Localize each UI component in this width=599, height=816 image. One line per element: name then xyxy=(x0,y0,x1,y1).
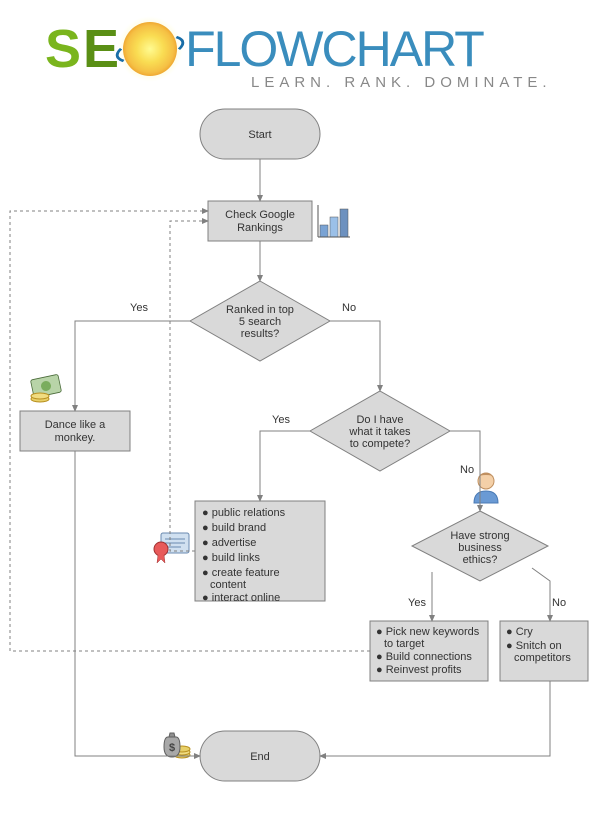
svg-text:$: $ xyxy=(169,742,175,754)
svg-text:● build links: ● build links xyxy=(202,552,261,564)
svg-text:● Snitch on: ● Snitch on xyxy=(506,640,562,652)
svg-text:what it takes: what it takes xyxy=(348,426,411,438)
svg-text:ethics?: ethics? xyxy=(463,554,498,566)
svg-text:monkey.: monkey. xyxy=(55,432,96,444)
logo-header: S E FLOWCHART LEARN. RANK. DOMINATE. xyxy=(0,0,599,91)
svg-text:5 search: 5 search xyxy=(239,316,281,328)
svg-text:No: No xyxy=(342,302,356,314)
check-rankings-node xyxy=(208,201,312,241)
svg-text:No: No xyxy=(460,464,474,476)
svg-text:content: content xyxy=(210,579,246,591)
money-icon xyxy=(30,374,61,402)
logo-tagline: LEARN. RANK. DOMINATE. xyxy=(251,74,599,91)
svg-text:● interact online: ● interact online xyxy=(202,592,280,604)
moneybag-icon: $ xyxy=(164,733,190,758)
logo-flowchart: FLOWCHART xyxy=(185,20,483,78)
start-label: Start xyxy=(248,129,271,141)
svg-text:Have strong: Have strong xyxy=(450,530,509,542)
svg-text:Yes: Yes xyxy=(272,414,290,426)
logo-s: S xyxy=(45,18,81,80)
svg-text:No: No xyxy=(552,597,566,609)
svg-text:to compete?: to compete? xyxy=(350,438,411,450)
svg-text:results?: results? xyxy=(241,328,280,340)
logo-e: E xyxy=(83,18,119,80)
svg-text:competitors: competitors xyxy=(514,652,571,664)
svg-text:● Pick new keywords: ● Pick new keywords xyxy=(376,626,480,638)
svg-text:● create feature: ● create feature xyxy=(202,567,280,579)
svg-text:● public relations: ● public relations xyxy=(202,507,286,519)
check-line1: Check Google xyxy=(225,209,295,221)
svg-text:Yes: Yes xyxy=(408,597,426,609)
svg-text:Dance like a: Dance like a xyxy=(45,419,106,431)
svg-text:Do I have: Do I have xyxy=(356,414,403,426)
svg-text:Ranked in top: Ranked in top xyxy=(226,304,294,316)
svg-text:business: business xyxy=(458,542,502,554)
person-icon xyxy=(474,473,498,503)
svg-text:Yes: Yes xyxy=(130,302,148,314)
flowchart: Start Check Google Rankings Ranked in to… xyxy=(0,101,599,801)
svg-text:● Build connections: ● Build connections xyxy=(376,651,472,663)
svg-text:● Reinvest profits: ● Reinvest profits xyxy=(376,664,462,676)
end-label: End xyxy=(250,751,270,763)
check-line2: Rankings xyxy=(237,222,283,234)
svg-text:● Cry: ● Cry xyxy=(506,626,533,638)
logo-row: S E FLOWCHART xyxy=(45,18,599,80)
dance-node xyxy=(20,411,130,451)
certificate-icon xyxy=(154,533,189,563)
bar-chart-icon xyxy=(318,205,350,237)
svg-text:● advertise: ● advertise xyxy=(202,537,256,549)
svg-text:● build brand: ● build brand xyxy=(202,522,266,534)
sun-icon xyxy=(123,22,177,76)
svg-text:to target: to target xyxy=(384,638,424,650)
